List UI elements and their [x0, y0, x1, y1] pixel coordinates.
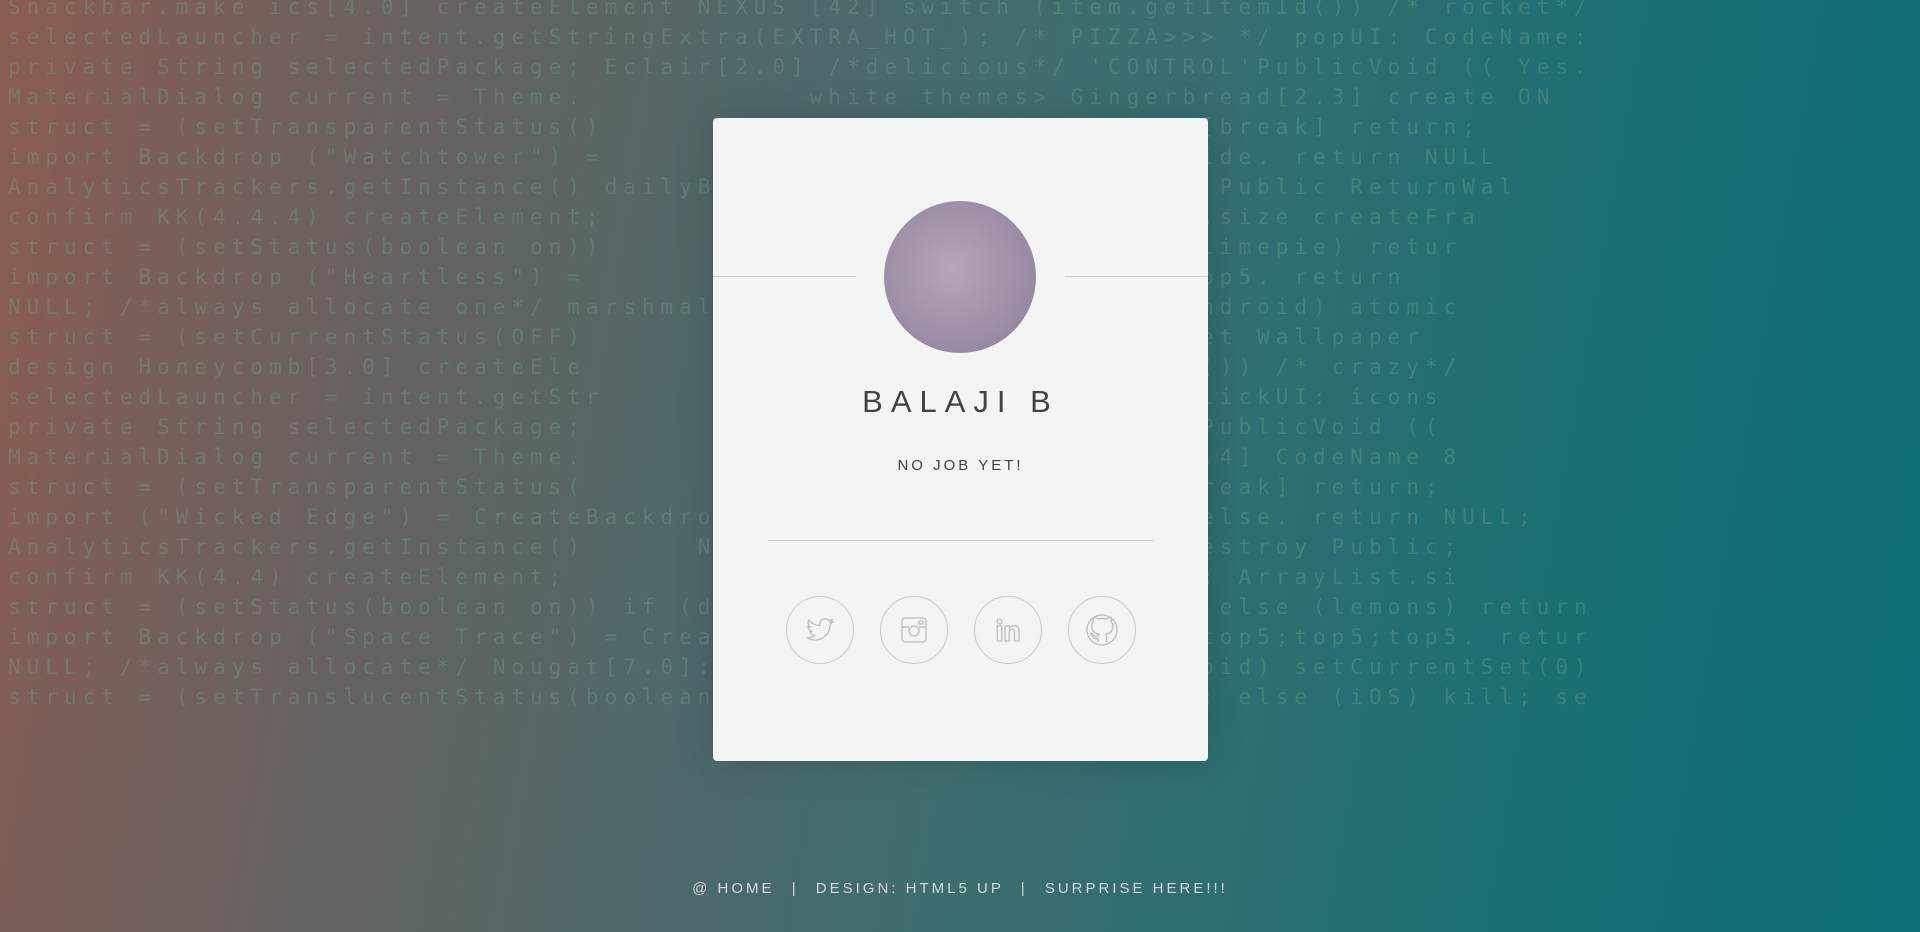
avatar	[884, 201, 1036, 353]
code-line: selectedLauncher = intent.getStringExtra…	[8, 25, 1593, 49]
code-line: Snackbar.make ics[4.0] createElement NEX…	[8, 0, 1593, 19]
linkedin-button[interactable]	[973, 596, 1042, 664]
profile-name: BALAJI B	[862, 384, 1059, 419]
instagram-icon	[900, 617, 927, 643]
github-button[interactable]	[1067, 596, 1136, 664]
code-line: private String selectedPackage; Eclair[2…	[8, 55, 1593, 79]
divider	[768, 540, 1153, 541]
footer: @ HOME | DESIGN: HTML5 UP | SURPRISE HER…	[0, 880, 1920, 897]
avatar-line-right	[1065, 276, 1208, 277]
footer-home-link[interactable]: @ HOME	[692, 880, 774, 897]
code-line: MaterialDialog current = Theme. white th…	[8, 85, 1556, 109]
github-icon	[1085, 614, 1118, 646]
footer-design-link[interactable]: DESIGN: HTML5 UP	[816, 880, 1004, 897]
profile-card: BALAJI B NO JOB YET!	[713, 118, 1208, 761]
avatar-line-left	[713, 276, 856, 277]
footer-separator: |	[1020, 880, 1028, 897]
instagram-button[interactable]	[879, 596, 948, 664]
footer-surprise-link[interactable]: SURPRISE HERE!!!	[1045, 880, 1228, 897]
twitter-icon	[805, 618, 834, 641]
twitter-button[interactable]	[785, 596, 854, 664]
social-links	[713, 596, 1208, 664]
linkedin-icon	[995, 618, 1020, 642]
footer-separator: |	[791, 880, 799, 897]
profile-job: NO JOB YET!	[897, 457, 1024, 474]
